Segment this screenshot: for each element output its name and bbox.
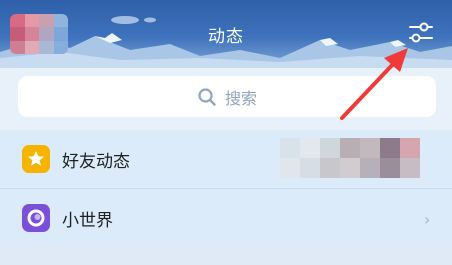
search-input[interactable]: 搜索 xyxy=(18,76,436,117)
list-item-label: 小世界 xyxy=(62,210,113,231)
top-header: 动态 xyxy=(0,0,452,68)
blurred-avatars xyxy=(280,138,420,178)
page-title: 动态 xyxy=(208,27,244,47)
search-section: 搜索 xyxy=(0,68,452,130)
list-item-label: 好友动态 xyxy=(62,151,130,172)
ring-icon xyxy=(22,204,50,232)
search-icon xyxy=(198,87,216,106)
list-item-friends-feed[interactable]: 好友动态 xyxy=(0,130,452,188)
sliders-icon[interactable] xyxy=(402,18,438,48)
search-placeholder: 搜索 xyxy=(224,88,257,108)
feed-list: 好友动态 小世界 › xyxy=(0,130,452,247)
star-badge-icon xyxy=(22,145,50,173)
list-item-small-world[interactable]: 小世界 › xyxy=(0,188,452,247)
chevron-right-icon: › xyxy=(424,210,431,229)
